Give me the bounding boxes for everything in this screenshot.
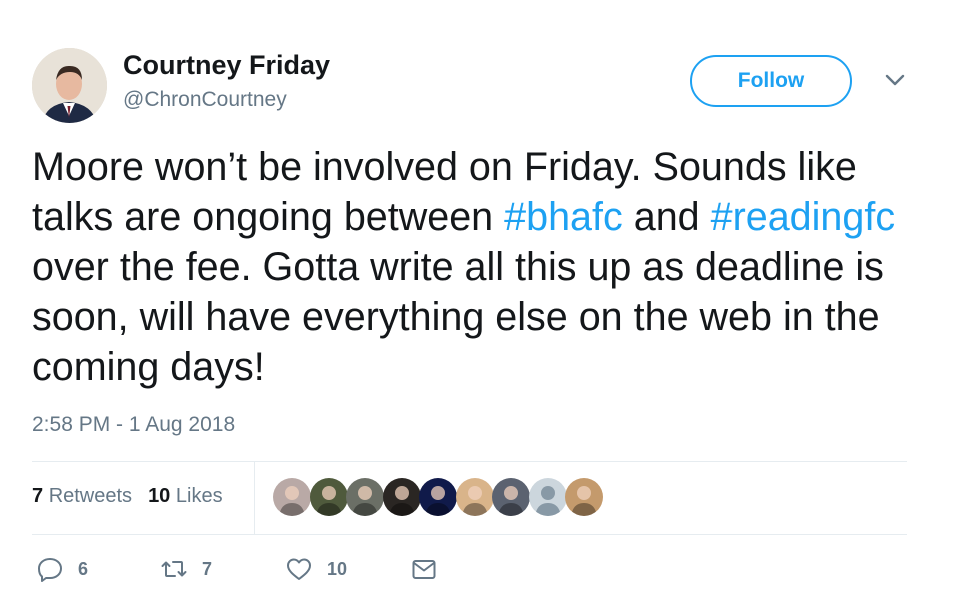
more-options-button[interactable] [882, 70, 908, 90]
follow-button[interactable]: Follow [690, 55, 852, 107]
likes-stat[interactable]: 10 Likes [148, 485, 223, 508]
liker-avatar-image [382, 478, 421, 516]
hashtag-bhafc[interactable]: #bhafc [504, 195, 623, 239]
reply-icon [38, 558, 62, 582]
like-button[interactable]: 10 [285, 555, 347, 583]
divider-bottom [32, 534, 907, 535]
retweets-count: 7 [32, 485, 44, 507]
author-name[interactable]: Courtney Friday [123, 50, 330, 81]
chevron-down-icon [885, 74, 905, 86]
liker-avatar[interactable] [528, 478, 567, 516]
tweet-text-segment: and [622, 195, 711, 239]
stats-divider [254, 462, 255, 534]
likes-count: 10 [148, 485, 171, 507]
retweet-button[interactable]: 7 [160, 555, 212, 583]
direct-message-button[interactable] [410, 555, 438, 583]
liker-avatar-image [273, 478, 311, 516]
liker-avatar[interactable] [309, 478, 348, 516]
reply-count: 6 [78, 558, 89, 579]
author-avatar-image [32, 48, 107, 123]
liker-avatar[interactable] [565, 478, 603, 516]
reply-button[interactable]: 6 [36, 555, 88, 583]
liker-avatar-image [419, 478, 457, 516]
liker-avatar-image [455, 478, 494, 516]
liker-avatar[interactable] [492, 478, 530, 516]
envelope-icon [412, 560, 436, 579]
tweet-text-segment: over the fee. Gotta write all this up as… [32, 245, 884, 389]
author-handle[interactable]: @ChronCourtney [123, 88, 287, 112]
liker-avatar[interactable] [419, 478, 457, 516]
retweets-stat[interactable]: 7 Retweets [32, 485, 132, 508]
retweets-label: Retweets [48, 485, 133, 507]
liker-avatar[interactable] [346, 478, 384, 516]
likes-label: Likes [175, 485, 223, 507]
retweet-count: 7 [202, 558, 213, 579]
tweet-text: Moore won’t be involved on Friday. Sound… [32, 142, 922, 392]
liker-avatar-image [565, 478, 603, 516]
tweet-stats: 7 Retweets 10 Likes [32, 485, 239, 508]
default-avatar-icon [528, 478, 567, 516]
liker-avatar-image [309, 478, 348, 516]
like-count: 10 [327, 558, 348, 579]
heart-icon [287, 558, 311, 580]
author-avatar[interactable] [32, 48, 107, 123]
tweet-timestamp[interactable]: 2:58 PM - 1 Aug 2018 [32, 413, 235, 437]
retweet-icon [161, 561, 187, 577]
liker-avatar-image [492, 478, 530, 516]
liker-avatar[interactable] [455, 478, 494, 516]
liker-avatar-image [346, 478, 384, 516]
liker-avatar[interactable] [382, 478, 421, 516]
hashtag-readingfc[interactable]: #readingfc [711, 195, 895, 239]
liker-avatar[interactable] [273, 478, 311, 516]
divider-top [32, 461, 907, 462]
